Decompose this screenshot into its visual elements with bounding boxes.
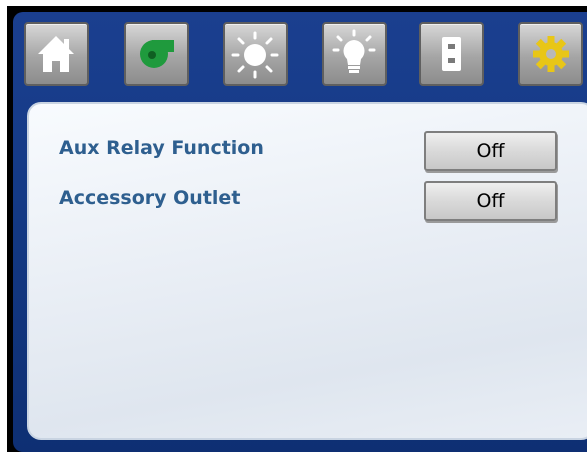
control-screen: Aux Relay Function Off Accessory Outlet … [13,12,587,452]
tab-light[interactable] [322,22,387,86]
accessory-outlet-label: Accessory Outlet [59,187,241,209]
blower-fan-icon [140,40,174,68]
sun-icon [231,31,279,79]
settings-panel: Aux Relay Function Off Accessory Outlet … [27,102,587,440]
aux-relay-function-label: Aux Relay Function [59,137,264,159]
outlet-icon [442,37,461,71]
accessory-outlet-button[interactable]: Off [424,181,557,221]
home-icon [38,36,74,72]
tab-sun[interactable] [223,22,288,86]
tab-home[interactable] [24,22,89,86]
aux-relay-function-button[interactable]: Off [424,131,557,171]
device-frame: Aux Relay Function Off Accessory Outlet … [7,6,587,452]
tab-settings[interactable] [518,22,583,86]
settings-gear-icon [533,36,569,72]
tab-outlet[interactable] [419,22,484,86]
tab-blower[interactable] [124,22,189,86]
light-bulb-icon [332,29,376,73]
